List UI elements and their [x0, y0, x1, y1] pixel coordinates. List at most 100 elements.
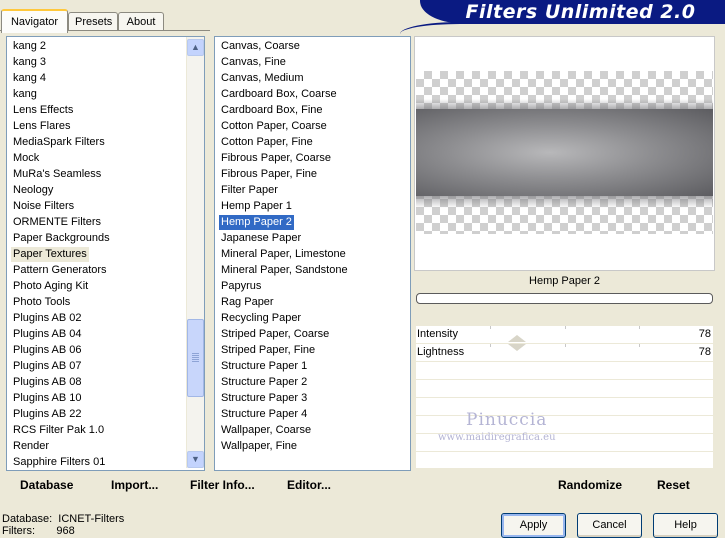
filter-item[interactable]: Striped Paper, Fine: [219, 343, 317, 358]
filter-item[interactable]: Japanese Paper: [219, 231, 303, 246]
category-item[interactable]: Plugins AB 07: [11, 359, 84, 374]
filter-item[interactable]: Hemp Paper 2: [219, 215, 294, 230]
category-item[interactable]: Paper Textures: [11, 247, 89, 262]
category-item[interactable]: Lens Effects: [11, 103, 75, 118]
filter-item[interactable]: Papyrus: [219, 279, 263, 294]
filter-item[interactable]: Striped Paper, Coarse: [219, 327, 331, 342]
category-list[interactable]: kang 2 kang 3 kang 4 kang Lens Effects Lens F…: [6, 36, 205, 471]
category-item[interactable]: RCS Filter Pak 1.0: [11, 423, 106, 438]
empty-control-row: [416, 379, 713, 397]
empty-control-row: [416, 397, 713, 415]
slider-knob-icon[interactable]: [508, 335, 526, 342]
database-link[interactable]: Database: [20, 478, 73, 492]
slider-intensity[interactable]: Intensity 78: [416, 325, 713, 343]
category-item[interactable]: Neology: [11, 183, 55, 198]
filter-item[interactable]: Fibrous Paper, Fine: [219, 167, 319, 182]
tab-about[interactable]: About: [118, 12, 164, 31]
filter-item[interactable]: Cardboard Box, Fine: [219, 103, 325, 118]
category-item[interactable]: Lens Flares: [11, 119, 72, 134]
category-item[interactable]: MuRa's Seamless: [11, 167, 103, 182]
category-item[interactable]: Photo Aging Kit: [11, 279, 90, 294]
filter-item[interactable]: Hemp Paper 1: [219, 199, 294, 214]
category-item[interactable]: Mock: [11, 151, 41, 166]
category-scrollbar[interactable]: ▲ ▼: [186, 37, 204, 468]
preview-image: [416, 71, 713, 234]
filter-item[interactable]: Recycling Paper: [219, 311, 303, 326]
cancel-button[interactable]: Cancel: [577, 513, 642, 538]
filter-item[interactable]: Structure Paper 1: [219, 359, 309, 374]
category-item[interactable]: Plugins AB 08: [11, 375, 84, 390]
scroll-down-arrow-icon[interactable]: ▼: [187, 451, 204, 468]
category-item[interactable]: Plugins AB 04: [11, 327, 84, 342]
category-item[interactable]: MediaSpark Filters: [11, 135, 107, 150]
category-item[interactable]: Noise Filters: [11, 199, 76, 214]
slider-label: Intensity: [417, 328, 458, 340]
filter-item[interactable]: Mineral Paper, Sandstone: [219, 263, 350, 278]
category-item[interactable]: Render: [11, 439, 51, 454]
tab-presets[interactable]: Presets: [68, 12, 118, 31]
slider-tick: [639, 326, 640, 329]
category-item[interactable]: ORMENTE Filters: [11, 215, 103, 230]
filter-item[interactable]: Structure Paper 4: [219, 407, 309, 422]
filter-name-caption: Hemp Paper 2: [529, 275, 600, 287]
apply-button[interactable]: Apply: [501, 513, 566, 538]
status-filters: Filters: 968: [2, 525, 75, 537]
slider-tick: [565, 326, 566, 329]
slider-tick: [565, 344, 566, 347]
category-item[interactable]: Plugins AB 06: [11, 343, 84, 358]
category-item[interactable]: Pattern Generators: [11, 263, 109, 278]
empty-control-row: [416, 361, 713, 379]
scroll-thumb[interactable]: [187, 319, 204, 397]
category-item[interactable]: Photo Tools: [11, 295, 72, 310]
status-database: Database: ICNET-Filters: [2, 513, 125, 525]
tab-navigator[interactable]: Navigator: [1, 9, 68, 33]
title-banner-swoosh: [400, 22, 725, 34]
reset-link[interactable]: Reset: [657, 478, 690, 492]
filter-item[interactable]: Fibrous Paper, Coarse: [219, 151, 333, 166]
slider-knob-icon[interactable]: [508, 344, 526, 351]
filter-item[interactable]: Wallpaper, Coarse: [219, 423, 313, 438]
filter-list[interactable]: Canvas, Coarse Canvas, Fine Canvas, Medium…: [214, 36, 411, 471]
filter-item[interactable]: Canvas, Coarse: [219, 39, 302, 54]
editor-link[interactable]: Editor...: [287, 478, 331, 492]
slider-tick: [639, 344, 640, 347]
category-item[interactable]: Plugins AB 22: [11, 407, 84, 422]
slider-label: Lightness: [417, 346, 465, 358]
randomize-link[interactable]: Randomize: [558, 478, 622, 492]
filter-item[interactable]: Wallpaper, Fine: [219, 439, 299, 454]
filter-item[interactable]: Structure Paper 2: [219, 375, 309, 390]
help-button[interactable]: Help: [653, 513, 718, 538]
preview-texture: [416, 109, 713, 196]
category-item[interactable]: Plugins AB 02: [11, 311, 84, 326]
category-item[interactable]: kang 3: [11, 55, 48, 70]
category-item[interactable]: kang 4: [11, 71, 48, 86]
category-item[interactable]: kang 2: [11, 39, 48, 54]
filter-item[interactable]: Structure Paper 3: [219, 391, 309, 406]
import-link[interactable]: Import...: [111, 478, 158, 492]
filter-item[interactable]: Rag Paper: [219, 295, 276, 310]
slider-value: 78: [698, 346, 711, 358]
filter-item[interactable]: Canvas, Fine: [219, 55, 288, 70]
progress-bar: [416, 293, 713, 304]
scroll-up-arrow-icon[interactable]: ▲: [187, 39, 204, 56]
filter-info-link[interactable]: Filter Info...: [190, 478, 255, 492]
grip-icon: [192, 353, 199, 362]
slider-tick: [490, 344, 491, 347]
empty-control-row: [416, 415, 713, 433]
filter-item[interactable]: Cotton Paper, Coarse: [219, 119, 329, 134]
category-item[interactable]: Plugins AB 10: [11, 391, 84, 406]
empty-control-row: [416, 451, 713, 468]
category-item[interactable]: Sapphire Filters 01: [11, 455, 107, 470]
filter-item[interactable]: Canvas, Medium: [219, 71, 306, 86]
category-item[interactable]: kang: [11, 87, 39, 102]
app-title: Filters Unlimited 2.0: [465, 1, 696, 23]
slider-tick: [490, 326, 491, 329]
slider-lightness[interactable]: Lightness 78: [416, 343, 713, 361]
filter-item[interactable]: Mineral Paper, Limestone: [219, 247, 348, 262]
category-item[interactable]: Paper Backgrounds: [11, 231, 112, 246]
filter-item[interactable]: Cardboard Box, Coarse: [219, 87, 339, 102]
slider-value: 78: [698, 328, 711, 340]
filter-item[interactable]: Filter Paper: [219, 183, 280, 198]
filter-item[interactable]: Cotton Paper, Fine: [219, 135, 315, 150]
watermark-url: www.maidiregrafica.eu: [438, 432, 556, 443]
